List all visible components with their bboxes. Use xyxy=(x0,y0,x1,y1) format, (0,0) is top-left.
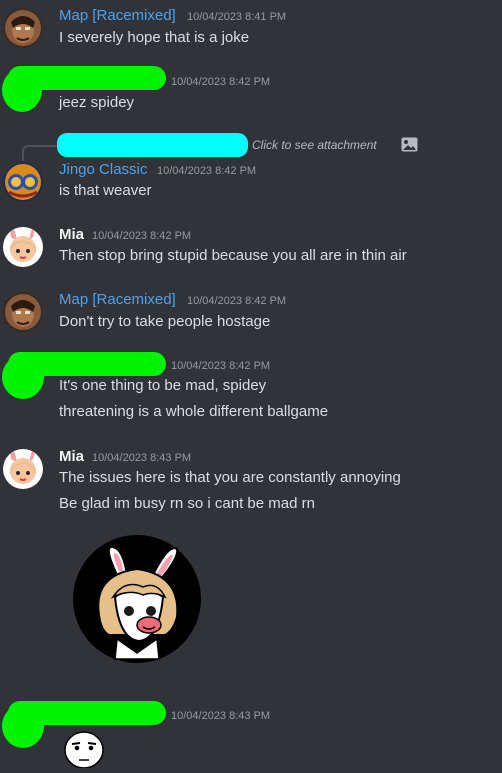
username-map[interactable]: Map [Racemixed] xyxy=(59,290,176,310)
message-text: Then stop bring stupid because you all a… xyxy=(59,247,407,264)
message-timestamp[interactable]: 10/04/2023 8:42 PM xyxy=(157,164,256,178)
message-text: I severely hope that is a joke xyxy=(59,29,250,46)
redacted-username xyxy=(8,701,166,725)
redacted-reply-author xyxy=(57,133,248,157)
message-timestamp[interactable]: 10/04/2023 8:42 PM xyxy=(187,294,286,308)
reply-connector xyxy=(22,145,58,161)
avatar-mia[interactable] xyxy=(3,227,43,267)
message-timestamp[interactable]: 10/04/2023 8:41 PM xyxy=(187,10,286,24)
message-text: Don't try to take people hostage xyxy=(59,313,271,330)
message-timestamp[interactable]: 10/04/2023 8:42 PM xyxy=(171,359,270,373)
image-icon xyxy=(401,137,418,152)
message-text: threatening is a whole different ballgam… xyxy=(59,403,329,420)
message-text: Be glad im busy rn so i cant be mad rn xyxy=(59,495,315,512)
username-jingo[interactable]: Jingo Classic xyxy=(59,160,147,180)
avatar-mia[interactable] xyxy=(3,449,43,489)
message-text: It's one thing to be mad, spidey xyxy=(59,377,267,394)
redacted-username xyxy=(8,66,166,90)
emoji-face-image[interactable] xyxy=(63,728,105,769)
message-timestamp[interactable]: 10/04/2023 8:42 PM xyxy=(171,75,270,89)
message-timestamp[interactable]: 10/04/2023 8:43 PM xyxy=(92,451,191,465)
avatar-map[interactable] xyxy=(3,292,43,332)
attachment-image[interactable] xyxy=(73,535,201,663)
username-mia[interactable]: Mia xyxy=(59,225,84,245)
message-text: jeez spidey xyxy=(59,94,135,111)
message-timestamp[interactable]: 10/04/2023 8:42 PM xyxy=(92,229,191,243)
avatar-map[interactable] xyxy=(3,8,43,48)
username-map[interactable]: Map [Racemixed] xyxy=(59,6,176,26)
message-text: The issues here is that you are constant… xyxy=(59,469,401,486)
message-text: is that weaver xyxy=(59,182,152,199)
reply-preview[interactable]: Click to see attachment xyxy=(252,138,377,152)
redacted-username xyxy=(8,352,166,376)
username-mia[interactable]: Mia xyxy=(59,447,84,467)
message-timestamp[interactable]: 10/04/2023 8:43 PM xyxy=(171,709,270,723)
avatar-jingo[interactable] xyxy=(3,162,43,202)
